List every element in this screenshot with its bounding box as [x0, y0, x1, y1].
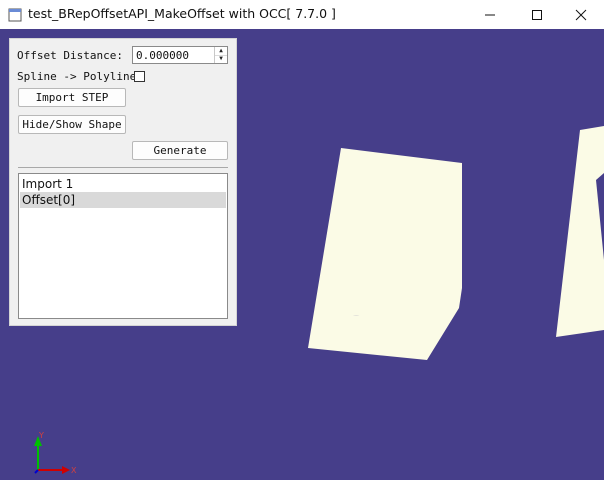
offset-distance-label: Offset Distance:: [17, 49, 123, 62]
separator: [18, 167, 228, 168]
spin-down-icon[interactable]: ▼: [215, 55, 227, 63]
list-item-selected[interactable]: Offset[0]: [20, 192, 226, 208]
minimize-icon: [485, 14, 495, 15]
maximize-icon: [532, 9, 542, 20]
axis-x-label: X: [71, 466, 77, 475]
minimize-button[interactable]: [467, 0, 513, 29]
window-title: test_BRepOffsetAPI_MakeOffset with OCC[ …: [28, 6, 336, 21]
offset-shape-partial[interactable]: [556, 126, 604, 337]
control-panel: Offset Distance: 0.000000 ▲ ▼ Spline -> …: [9, 38, 237, 326]
axis-y-label: Y: [38, 431, 44, 440]
import-step-button[interactable]: Import STEP: [18, 88, 126, 107]
close-button[interactable]: [558, 0, 604, 29]
spline-polyline-checkbox[interactable]: [134, 71, 145, 82]
offset-distance-value[interactable]: 0.000000: [136, 49, 189, 62]
maximize-button[interactable]: [514, 0, 560, 29]
spinbox-buttons: ▲ ▼: [214, 47, 227, 63]
axis-triad: Y X: [34, 431, 77, 475]
list-item[interactable]: Import 1: [20, 176, 226, 192]
shape-list[interactable]: Import 1 Offset[0]: [18, 173, 228, 319]
app-icon: [8, 8, 22, 22]
title-bar: test_BRepOffsetAPI_MakeOffset with OCC[ …: [0, 0, 604, 29]
offset-distance-spinbox[interactable]: 0.000000 ▲ ▼: [132, 46, 228, 64]
close-icon: [575, 9, 587, 20]
offset-shape[interactable]: [308, 148, 462, 360]
generate-button[interactable]: Generate: [132, 141, 228, 160]
spline-polyline-label: Spline -> Polyline: [17, 70, 137, 83]
hide-show-shape-button[interactable]: Hide/Show Shape: [18, 115, 126, 134]
